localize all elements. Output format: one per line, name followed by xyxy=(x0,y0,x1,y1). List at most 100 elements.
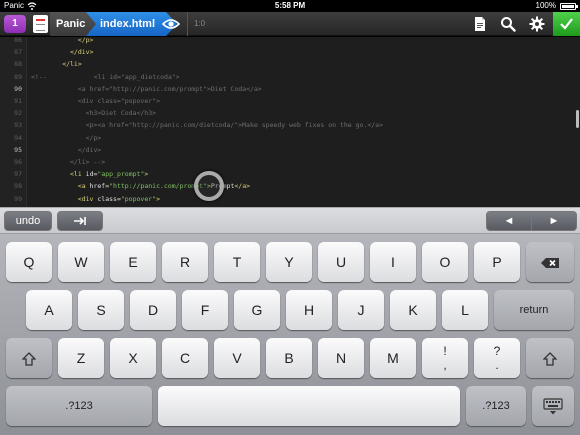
key-t[interactable]: T xyxy=(214,242,260,282)
code-token: "http://panic.com/prompt" xyxy=(109,182,207,191)
battery-icon xyxy=(560,3,578,10)
key-k[interactable]: K xyxy=(390,290,436,330)
site-favicon-icon xyxy=(33,15,48,33)
key-p[interactable]: P xyxy=(474,242,520,282)
line-number: 91 xyxy=(14,97,22,105)
line-number: 90 xyxy=(14,84,22,93)
key-d[interactable]: D xyxy=(130,290,176,330)
code-text: </p> xyxy=(78,37,94,46)
undo-button[interactable]: undo xyxy=(4,211,52,231)
key-v[interactable]: V xyxy=(214,338,260,378)
code-text: <!-- <li id="app_dietcoda"> xyxy=(31,72,180,83)
line-number: 93 xyxy=(14,121,22,130)
onscreen-keyboard: Q W E R T Y U I O P A S D F G H J K L re… xyxy=(0,234,580,435)
backspace-key[interactable] xyxy=(526,242,574,282)
shift-key-left[interactable] xyxy=(6,338,52,378)
key-w[interactable]: W xyxy=(58,242,104,282)
cursor-right-button[interactable]: ► xyxy=(531,211,577,231)
editor-scrollbar[interactable] xyxy=(576,110,579,128)
key-exclaim-comma[interactable]: ! , xyxy=(422,338,468,378)
code-editor[interactable]: 86 </p> 87 </div> 88 </li> 89 <!-- <li id="app_… xyxy=(0,37,580,207)
code-token: "popover" xyxy=(120,194,157,203)
code-token: <a xyxy=(77,182,90,191)
code-token: <p><a href="http://panic.com/dietcoda/">… xyxy=(85,121,384,130)
document-icon[interactable] xyxy=(472,16,488,32)
code-token: class= xyxy=(97,194,121,203)
line-number: 86 xyxy=(14,37,22,44)
key-g[interactable]: G xyxy=(234,290,280,330)
code-text: </p> xyxy=(86,133,102,144)
line-number: 97 xyxy=(14,170,22,179)
shift-arrow-icon xyxy=(21,352,37,366)
key-comma-symbol: , xyxy=(443,358,447,372)
keyboard-dismiss-icon xyxy=(543,398,563,415)
search-icon[interactable] xyxy=(500,16,516,32)
key-a[interactable]: A xyxy=(26,290,72,330)
line-number: 89 xyxy=(14,72,22,81)
line-number: 96 xyxy=(14,158,22,166)
clock: 5:58 PM xyxy=(274,1,306,10)
key-h[interactable]: H xyxy=(286,290,332,330)
key-s[interactable]: S xyxy=(78,290,124,330)
text-magnifier-loupe xyxy=(194,171,224,201)
key-x[interactable]: X xyxy=(110,338,156,378)
key-period-symbol: . xyxy=(495,358,499,372)
gear-icon[interactable] xyxy=(529,16,545,32)
key-i[interactable]: I xyxy=(370,242,416,282)
key-q[interactable]: Q xyxy=(6,242,52,282)
space-bar[interactable] xyxy=(158,386,460,426)
code-text: <li id="app_prompt"> xyxy=(70,169,148,180)
code-token: </div> xyxy=(77,145,102,154)
key-r[interactable]: R xyxy=(162,242,208,282)
code-text: <p><a href="http://panic.com/dietcoda/">… xyxy=(86,120,383,131)
code-text: <div class="popover"> xyxy=(78,96,160,107)
code-token: </p> xyxy=(85,133,102,142)
code-token: </li> --> xyxy=(70,158,106,166)
key-z[interactable]: Z xyxy=(58,338,104,378)
commit-checkmark-button[interactable] xyxy=(553,12,580,36)
key-question-period[interactable]: ? . xyxy=(474,338,520,378)
tab-arrow-icon xyxy=(74,217,86,226)
code-text: </div> xyxy=(70,47,93,58)
code-token: </li> xyxy=(62,60,82,69)
code-token: </div> xyxy=(70,48,94,57)
key-m[interactable]: M xyxy=(370,338,416,378)
key-f[interactable]: F xyxy=(182,290,228,330)
code-token: <!-- xyxy=(31,72,47,81)
dismiss-keyboard-key[interactable] xyxy=(532,386,574,426)
site-badge-button[interactable]: 1 xyxy=(4,15,26,33)
code-text: </div> xyxy=(78,145,101,156)
cursor-position: 1:0 xyxy=(187,12,205,36)
numbers-key-right[interactable]: .?123 xyxy=(466,386,526,426)
preview-eye-icon[interactable] xyxy=(162,17,180,31)
code-token: <h3>Diet Coda</h3> xyxy=(85,109,157,118)
code-token: href= xyxy=(89,182,110,191)
checkmark-icon xyxy=(560,18,573,30)
line-number: 99 xyxy=(14,194,22,203)
tab-indent-button[interactable] xyxy=(57,211,103,231)
return-key[interactable]: return xyxy=(494,290,574,330)
key-j[interactable]: J xyxy=(338,290,384,330)
cursor-left-button[interactable]: ◄ xyxy=(486,211,532,231)
key-c[interactable]: C xyxy=(162,338,208,378)
key-l[interactable]: L xyxy=(442,290,488,330)
editor-toolbar: 1 Panic index.html 1:0 xyxy=(0,12,580,36)
key-u[interactable]: U xyxy=(318,242,364,282)
key-o[interactable]: O xyxy=(422,242,468,282)
battery-percentage: 100% xyxy=(535,1,556,10)
key-question-symbol: ? xyxy=(493,344,501,358)
key-n[interactable]: N xyxy=(318,338,364,378)
key-e[interactable]: E xyxy=(110,242,156,282)
status-bar: Panic 5:58 PM 100% xyxy=(0,0,580,12)
code-text: </li> --> xyxy=(70,157,105,168)
code-text: <a href="http://panic.com/prompt">Prompt… xyxy=(78,181,250,192)
keyboard-accessory-bar: undo ◄ ► xyxy=(0,207,580,234)
code-token: "app_prompt" xyxy=(97,170,145,179)
line-number: 95 xyxy=(14,145,22,154)
code-token: </a> xyxy=(234,182,251,191)
shift-key-right[interactable] xyxy=(526,338,574,378)
numbers-key-left[interactable]: .?123 xyxy=(6,386,152,426)
line-number: 98 xyxy=(14,182,22,191)
key-y[interactable]: Y xyxy=(266,242,312,282)
key-b[interactable]: B xyxy=(266,338,312,378)
